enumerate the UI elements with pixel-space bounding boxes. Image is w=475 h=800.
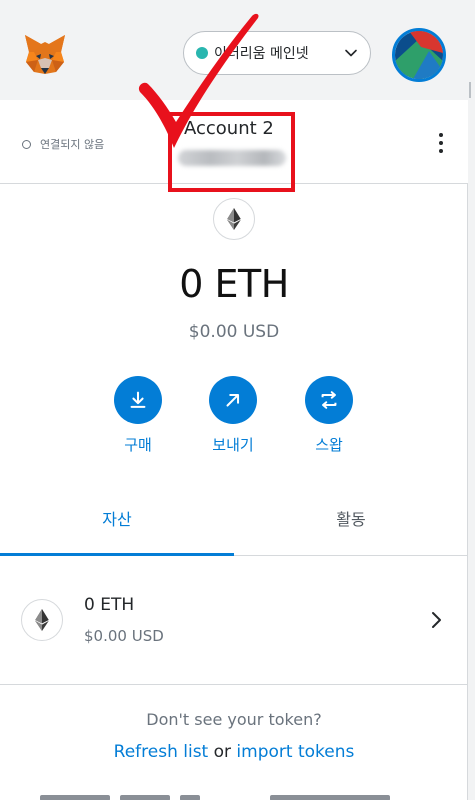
account-menu-avatar[interactable] <box>392 28 446 82</box>
ethereum-badge <box>213 198 255 240</box>
wallet-tabs: 자산 활동 <box>0 488 468 556</box>
download-icon <box>114 376 162 424</box>
asset-fiat: $0.00 USD <box>84 627 164 645</box>
swap-label: 스왑 <box>315 436 343 454</box>
or-text: or <box>213 742 232 762</box>
send-button[interactable]: 보내기 <box>193 376 273 455</box>
tab-activity[interactable]: 활동 <box>234 488 468 556</box>
buy-button[interactable]: 구매 <box>98 376 178 455</box>
buy-label: 구매 <box>124 436 152 454</box>
send-label: 보내기 <box>212 436 254 454</box>
ethereum-icon <box>35 609 49 631</box>
account-options-icon[interactable] <box>434 131 448 155</box>
tab-assets[interactable]: 자산 <box>0 488 234 556</box>
import-tokens-link[interactable]: import tokens <box>236 742 354 762</box>
balance-amount: 0 ETH <box>179 262 289 306</box>
status-dot-icon <box>22 139 31 149</box>
clipped-footer-text <box>40 786 420 800</box>
refresh-list-link[interactable]: Refresh list <box>114 742 209 762</box>
connection-status-label: 연결되지 않음 <box>40 138 105 151</box>
ethereum-icon <box>227 208 241 230</box>
metamask-fox-icon[interactable] <box>22 32 68 76</box>
balance-fiat: $0.00 USD <box>188 322 280 342</box>
chevron-down-icon <box>345 49 357 57</box>
window-edge <box>468 0 475 800</box>
swap-button[interactable]: 스왑 <box>289 376 369 455</box>
send-arrow-icon <box>209 376 257 424</box>
wallet-popup: 이더리움 메인넷 연결되지 않음 Account 2 0 ETH $0.00 U… <box>0 0 468 800</box>
annotation-checkmark-icon <box>138 13 259 149</box>
edge-mark <box>469 82 471 98</box>
asset-amount: 0 ETH <box>84 595 135 615</box>
account-identicon <box>395 31 443 79</box>
chevron-right-icon[interactable] <box>430 611 444 629</box>
swap-icon <box>305 376 353 424</box>
connection-status[interactable]: 연결되지 않음 <box>22 136 104 152</box>
token-links: Refresh list or import tokens <box>0 742 468 762</box>
asset-list-item[interactable]: 0 ETH $0.00 USD <box>0 557 468 685</box>
token-hint: Don't see your token? <box>146 710 322 729</box>
asset-token-badge <box>21 599 63 641</box>
